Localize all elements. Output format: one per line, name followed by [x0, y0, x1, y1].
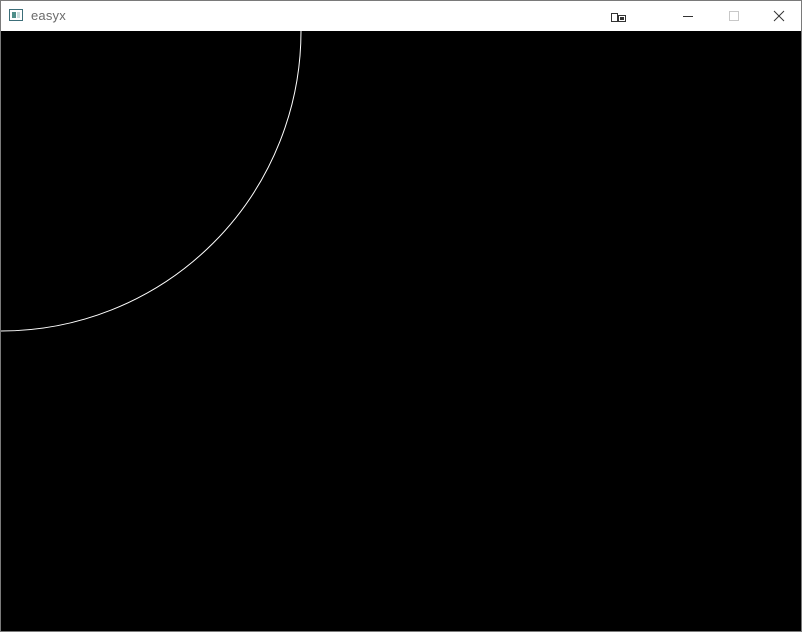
circle-outline	[1, 31, 302, 332]
close-button[interactable]	[756, 1, 802, 31]
window-title: easyx	[31, 8, 66, 23]
app-window-icon[interactable]	[9, 9, 23, 21]
maximize-button[interactable]	[711, 1, 757, 31]
drawing-canvas[interactable]	[1, 31, 801, 631]
title-bar[interactable]: easyx	[1, 1, 801, 31]
minimize-icon	[683, 16, 693, 17]
input-method-icon[interactable]	[611, 10, 627, 22]
maximize-icon	[729, 11, 739, 21]
app-window: easyx	[0, 0, 802, 632]
minimize-button[interactable]	[665, 1, 711, 31]
close-icon	[773, 10, 785, 22]
